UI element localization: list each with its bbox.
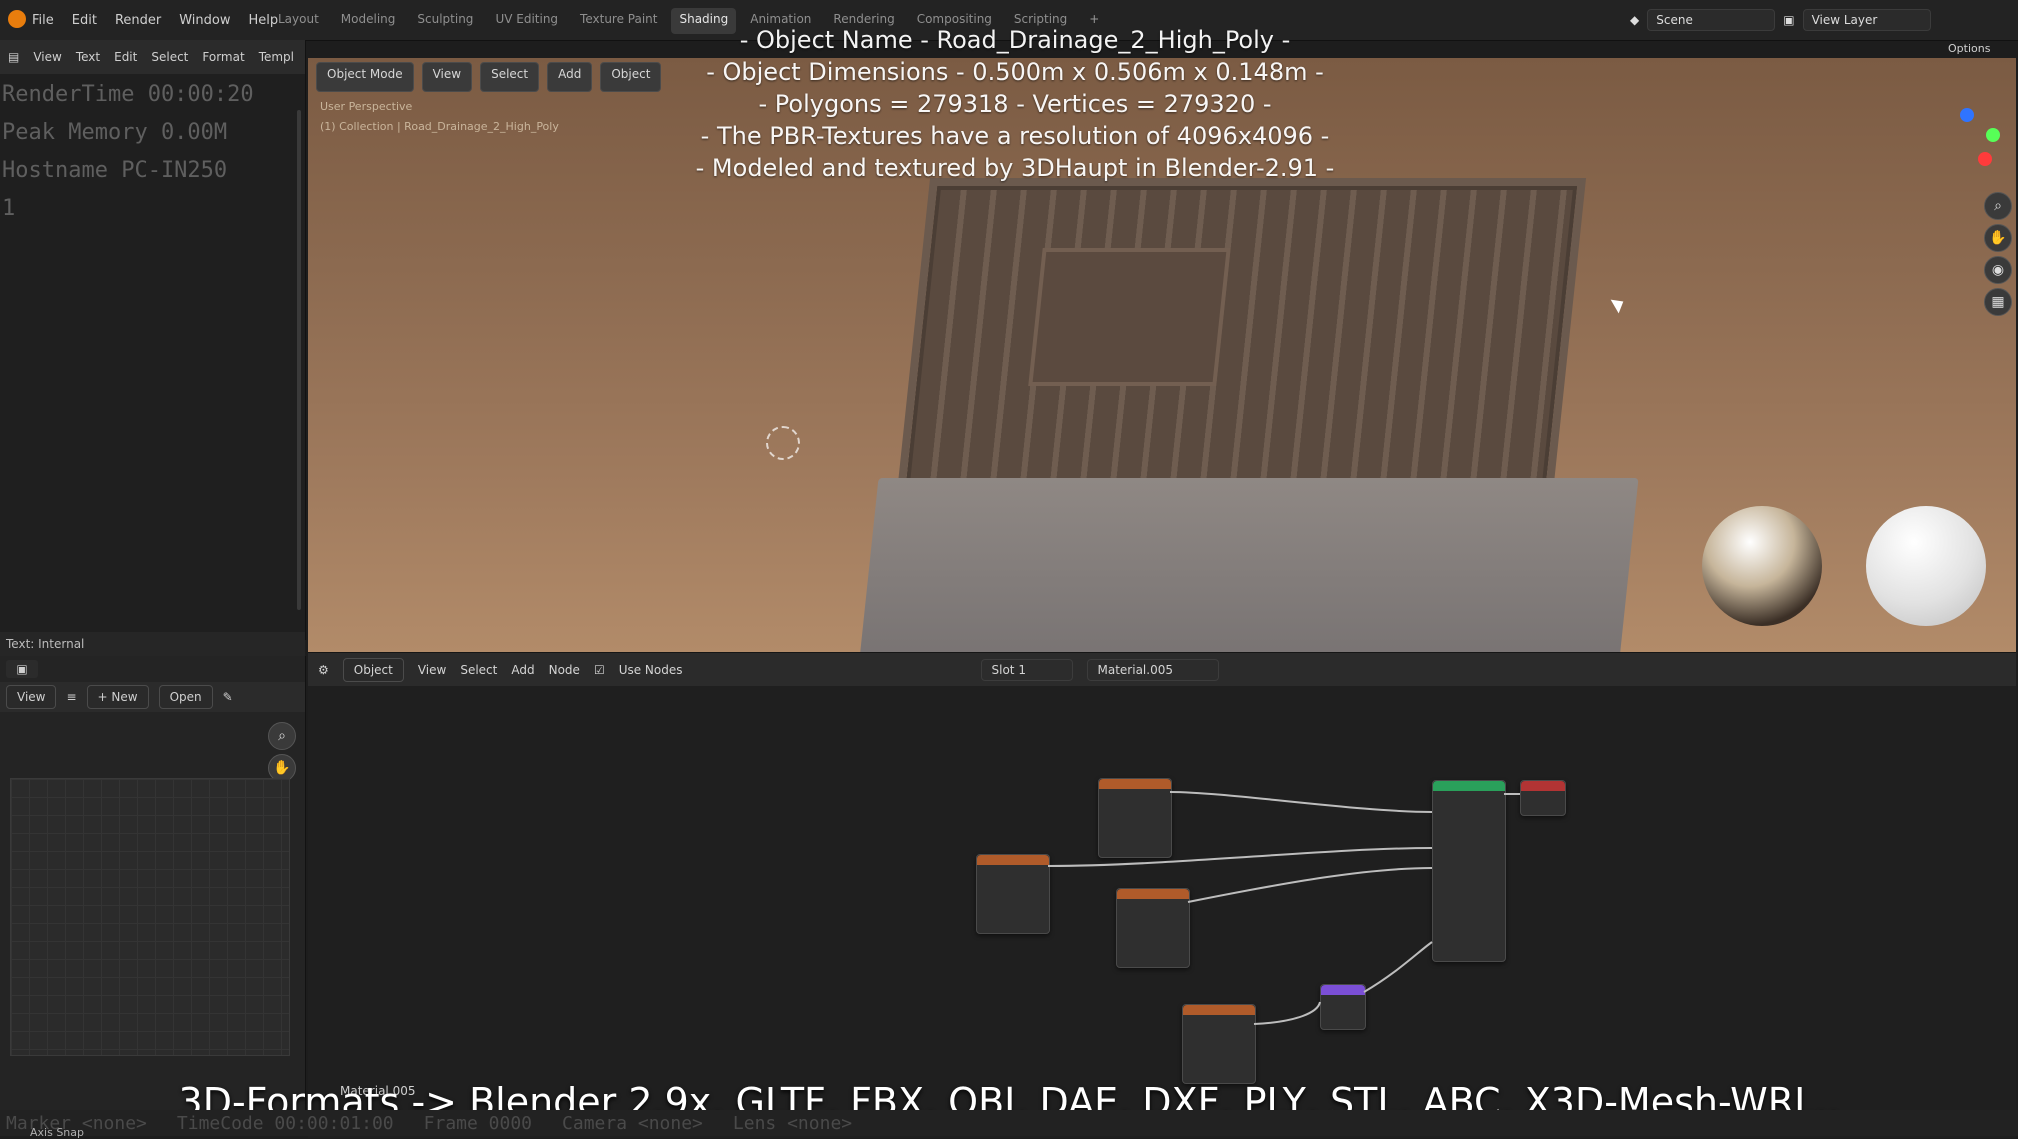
image-editor-type-button[interactable]: ▣ xyxy=(6,660,38,678)
node-links xyxy=(1047,791,1520,1025)
options-button[interactable]: Options xyxy=(1948,42,1990,55)
tab-modeling[interactable]: Modeling xyxy=(333,8,404,34)
status-lens: Lens <none> xyxy=(732,1112,853,1134)
menu-window[interactable]: Window xyxy=(179,13,230,28)
axis-snap-label: Axis Snap xyxy=(30,1126,84,1139)
text-menu-text[interactable]: Text xyxy=(76,50,100,64)
viewport-header: Object Mode View Select Add Object xyxy=(316,62,662,92)
text-line-4: 1 xyxy=(2,196,16,221)
hdri-diffuse-sphere xyxy=(1866,506,1986,626)
node-link-2 xyxy=(1047,847,1433,867)
node-link-4 xyxy=(1363,941,1433,993)
gizmo-y-axis-icon xyxy=(1986,128,2000,142)
viewport-collection-label: (1) Collection | Road_Drainage_2_High_Po… xyxy=(320,120,559,133)
view-layer-icon[interactable]: ▣ xyxy=(1783,13,1794,27)
main-menu: File Edit Render Window Help xyxy=(32,0,296,40)
text-menu-view[interactable]: View xyxy=(33,50,61,64)
blender-logo-icon[interactable] xyxy=(8,10,26,28)
status-bar: Marker <none> TimeCode 00:00:01:00 Frame… xyxy=(0,1110,2018,1136)
tab-uv-editing[interactable]: UV Editing xyxy=(487,8,566,34)
text-status-label: Text: Internal xyxy=(6,637,85,651)
hdri-chrome-sphere xyxy=(1702,506,1822,626)
viewport-menu-view[interactable]: View xyxy=(421,62,473,92)
status-timecode: TimeCode 00:00:01:00 xyxy=(176,1112,394,1134)
image-open-button[interactable]: Open xyxy=(158,685,213,709)
3d-cursor-icon xyxy=(766,426,800,460)
navigation-gizmo[interactable] xyxy=(1920,102,2000,182)
text-line-1: RenderTime 00:00:20 xyxy=(2,82,254,107)
zoom-icon[interactable]: ⌕ xyxy=(1984,192,2012,220)
text-menu-edit[interactable]: Edit xyxy=(114,50,137,64)
pan-hand-icon[interactable]: ✋ xyxy=(1984,224,2012,252)
overlay-line-credits: - Modeled and textured by 3DHaupt in Ble… xyxy=(695,154,1335,182)
view-layer-field[interactable]: View Layer xyxy=(1802,9,1931,31)
image-view-button[interactable]: View xyxy=(6,685,57,709)
object-mode-dropdown[interactable]: Object Mode xyxy=(316,62,414,92)
node-link-3 xyxy=(1187,867,1433,903)
text-menu-templ[interactable]: Templ xyxy=(259,50,294,64)
text-line-3: Hostname PC-IN250 xyxy=(2,158,228,183)
text-menu-select[interactable]: Select xyxy=(151,50,188,64)
menu-edit[interactable]: Edit xyxy=(72,13,97,28)
viewport-menu-add[interactable]: Add xyxy=(547,62,593,92)
scene-selector-icon[interactable]: ◆ xyxy=(1630,13,1639,27)
zoom-icon[interactable]: ⌕ xyxy=(268,722,296,750)
status-frame: Frame 0000 xyxy=(423,1112,533,1134)
overlay-line-textures: - The PBR-Textures have a resolution of … xyxy=(700,122,1330,150)
node-link-1 xyxy=(1169,791,1433,813)
text-line-2: Peak Memory 0.00M xyxy=(2,120,228,145)
overlay-info: - Object Name - Road_Drainage_2_High_Pol… xyxy=(620,24,1410,184)
image-canvas[interactable] xyxy=(10,778,290,1056)
tab-sculpting[interactable]: Sculpting xyxy=(409,8,481,34)
viewport-menu-select[interactable]: Select xyxy=(480,62,540,92)
text-menu-format[interactable]: Format xyxy=(202,50,244,64)
overlay-line-dimensions: - Object Dimensions - 0.500m x 0.506m x … xyxy=(706,58,1324,86)
gizmo-z-axis-icon xyxy=(1960,108,1974,122)
grate-center-cover xyxy=(1028,248,1231,386)
image-new-button[interactable]: + New xyxy=(86,685,149,709)
tab-layout[interactable]: Layout xyxy=(270,8,327,34)
status-camera: Camera <none> xyxy=(562,1112,703,1134)
text-editor-status: Text: Internal xyxy=(0,632,305,656)
node-link-5 xyxy=(1253,1001,1321,1025)
text-editor-header: ▤ View Text Edit Select Format Templ xyxy=(0,40,305,74)
concrete-side xyxy=(857,478,1639,652)
editor-type-icon[interactable]: ▤ xyxy=(8,50,19,64)
menu-file[interactable]: File xyxy=(32,13,54,28)
image-menu-icon[interactable]: ≡ xyxy=(66,690,76,704)
text-scrollbar[interactable] xyxy=(297,110,301,610)
scene-controls: ◆ Scene ▣ View Layer xyxy=(1630,8,1931,32)
camera-icon[interactable]: ◉ xyxy=(1984,256,2012,284)
grate-top xyxy=(895,178,1587,504)
viewport-perspective-label: User Perspective xyxy=(320,100,413,113)
grid-icon[interactable]: ▦ xyxy=(1984,288,2012,316)
image-editor-header: View ≡ + New Open ✎ xyxy=(0,682,305,712)
overlay-line-object-name: - Object Name - Road_Drainage_2_High_Pol… xyxy=(739,26,1291,54)
menu-render[interactable]: Render xyxy=(115,13,161,28)
scene-field[interactable]: Scene xyxy=(1647,9,1776,31)
overlay-line-polygons: - Polygons = 279318 - Vertices = 279320 … xyxy=(758,90,1272,118)
drainage-object xyxy=(846,178,1690,652)
pin-icon[interactable]: ✎ xyxy=(223,690,233,704)
text-content[interactable]: RenderTime 00:00:20 Peak Memory 0.00M Ho… xyxy=(2,76,292,221)
gizmo-x-axis-icon xyxy=(1978,152,1992,166)
